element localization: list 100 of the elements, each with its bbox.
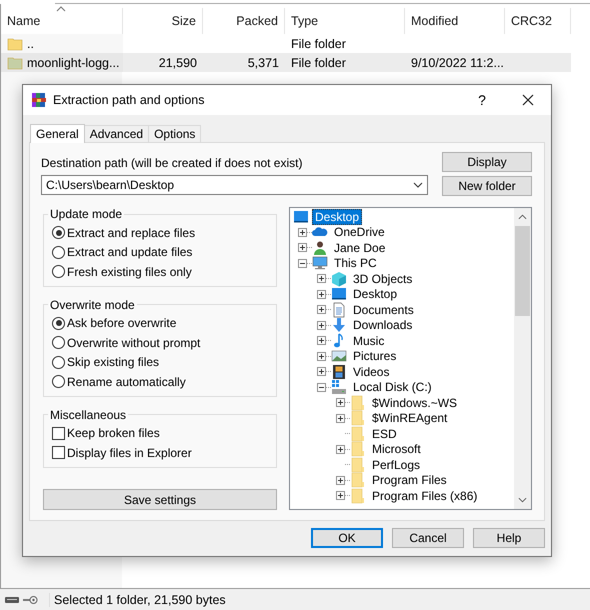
help-button[interactable]: ? bbox=[459, 85, 505, 115]
document-icon bbox=[331, 302, 347, 318]
download-arrow-icon bbox=[331, 317, 347, 334]
path-combo-box[interactable]: C:\Users\bearn\Desktop bbox=[41, 175, 428, 195]
expand-icon[interactable] bbox=[317, 320, 326, 330]
expand-icon[interactable] bbox=[336, 491, 345, 500]
tree-item[interactable]: Pictures bbox=[350, 348, 400, 364]
books-icon bbox=[31, 92, 47, 108]
column-header[interactable]: Size bbox=[123, 8, 203, 34]
cube-icon bbox=[331, 270, 347, 287]
expand-icon[interactable] bbox=[317, 367, 326, 376]
expand-icon[interactable] bbox=[336, 398, 345, 408]
tree-item[interactable]: PerfLogs bbox=[369, 456, 424, 473]
expand-icon[interactable] bbox=[336, 444, 345, 454]
tree-item[interactable]: Downloads bbox=[350, 317, 416, 334]
tree-item[interactable]: Program Files bbox=[369, 472, 450, 488]
table-cell: File folder bbox=[291, 36, 346, 50]
key-icon bbox=[22, 594, 38, 604]
folder-icon bbox=[350, 394, 366, 411]
option-label: Rename automatically bbox=[67, 374, 186, 389]
scrollbar[interactable] bbox=[514, 208, 531, 509]
table-cell: moonlight-logg... bbox=[27, 56, 120, 70]
option-label: Skip existing files bbox=[67, 355, 160, 370]
expand-icon[interactable] bbox=[317, 352, 326, 361]
save-settings-button[interactable]: Save settings bbox=[43, 489, 277, 510]
tree-item[interactable]: Videos bbox=[350, 364, 392, 380]
column-header[interactable]: Modified bbox=[405, 8, 505, 34]
tree-item[interactable]: $WinREAgent bbox=[369, 410, 450, 426]
option-label: Extract and update files bbox=[67, 245, 192, 260]
tree-item[interactable]: Program Files (x86) bbox=[369, 488, 480, 504]
option-label: Extract and replace files bbox=[67, 226, 196, 240]
file-row[interactable]: .. File folder bbox=[1, 34, 571, 53]
tree-item[interactable]: Local Disk (C:) bbox=[350, 379, 435, 396]
option-label: Display files in Explorer bbox=[67, 446, 192, 460]
tree-item[interactable]: Microsoft bbox=[369, 441, 424, 458]
table-cell: File folder bbox=[291, 56, 346, 70]
computer-icon bbox=[312, 255, 328, 272]
table-cell: 21,590 bbox=[158, 56, 197, 70]
radio-button[interactable] bbox=[52, 336, 65, 350]
button[interactable]: Cancel bbox=[392, 528, 464, 548]
scroll-down-icon[interactable] bbox=[518, 497, 527, 503]
person-icon bbox=[312, 240, 328, 256]
group-label: Overwrite mode bbox=[49, 298, 136, 312]
folder-icon bbox=[350, 426, 366, 442]
tree-item[interactable]: OneDrive bbox=[331, 224, 388, 240]
tree-item[interactable]: Desktop bbox=[350, 286, 400, 302]
tree-item[interactable]: 3D Objects bbox=[350, 270, 416, 287]
field-label: Destination path (will be created if does not exist) bbox=[41, 155, 304, 171]
folder-icon bbox=[350, 488, 366, 504]
tab[interactable]: General bbox=[30, 124, 85, 143]
table-cell: .. bbox=[27, 36, 34, 50]
expand-icon[interactable] bbox=[336, 414, 345, 423]
radio-button[interactable] bbox=[52, 265, 65, 278]
file-row[interactable]: moonlight-logg... 21,590 5,371 File folder 9/10/2022 11:2... bbox=[1, 53, 571, 72]
expand-icon[interactable] bbox=[336, 476, 345, 485]
scroll-up-icon[interactable] bbox=[518, 214, 527, 220]
tab[interactable]: Options bbox=[148, 125, 202, 142]
expand-icon[interactable] bbox=[298, 243, 307, 252]
drive-icon bbox=[4, 594, 20, 604]
button[interactable]: OK bbox=[311, 528, 383, 548]
option-label: Keep broken files bbox=[67, 426, 160, 440]
monitor-icon bbox=[331, 286, 347, 302]
tree-item[interactable]: Music bbox=[350, 332, 388, 349]
expand-icon[interactable] bbox=[317, 290, 326, 299]
expand-icon[interactable] bbox=[317, 274, 326, 284]
film-icon bbox=[331, 364, 347, 380]
button[interactable]: Display bbox=[442, 152, 532, 172]
collapse-icon[interactable] bbox=[317, 382, 326, 392]
tree-item[interactable]: ESD bbox=[369, 426, 400, 442]
expand-icon[interactable] bbox=[317, 305, 326, 314]
checkbox[interactable] bbox=[52, 446, 65, 460]
tree-item[interactable]: Jane Doe bbox=[331, 240, 388, 256]
tree-item[interactable]: $Windows.~WS bbox=[369, 394, 460, 411]
radio-button[interactable] bbox=[52, 356, 65, 369]
checkbox[interactable] bbox=[52, 426, 65, 440]
group-label: Miscellaneous bbox=[49, 408, 128, 422]
radio-button[interactable] bbox=[52, 375, 65, 388]
tree-item[interactable]: This PC bbox=[331, 255, 380, 272]
collapse-icon[interactable] bbox=[298, 258, 307, 268]
table-cell: 9/10/2022 11:2... bbox=[411, 56, 504, 70]
tree-item[interactable]: Documents bbox=[350, 302, 417, 318]
hard-drive-icon bbox=[331, 379, 347, 396]
button[interactable]: Help bbox=[473, 528, 545, 548]
column-header[interactable]: Packed bbox=[203, 8, 285, 34]
expand-icon[interactable] bbox=[298, 228, 307, 237]
column-header[interactable]: CRC32 bbox=[505, 8, 571, 34]
folder-icon bbox=[350, 441, 366, 458]
image-icon bbox=[331, 348, 347, 364]
tree-item[interactable]: Desktop bbox=[312, 208, 362, 225]
table-cell: 5,371 bbox=[248, 56, 279, 70]
expand-icon[interactable] bbox=[317, 336, 326, 346]
button[interactable]: New folder bbox=[442, 176, 532, 196]
radio-button[interactable] bbox=[52, 226, 65, 240]
status-text: Selected 1 folder, 21,590 bytes bbox=[49, 592, 226, 606]
radio-button[interactable] bbox=[52, 246, 65, 259]
column-header[interactable]: Type bbox=[285, 8, 405, 34]
folder-icon bbox=[350, 456, 366, 473]
group-label: Update mode bbox=[49, 207, 124, 221]
folder-icon bbox=[350, 410, 366, 426]
radio-button[interactable] bbox=[52, 316, 65, 330]
